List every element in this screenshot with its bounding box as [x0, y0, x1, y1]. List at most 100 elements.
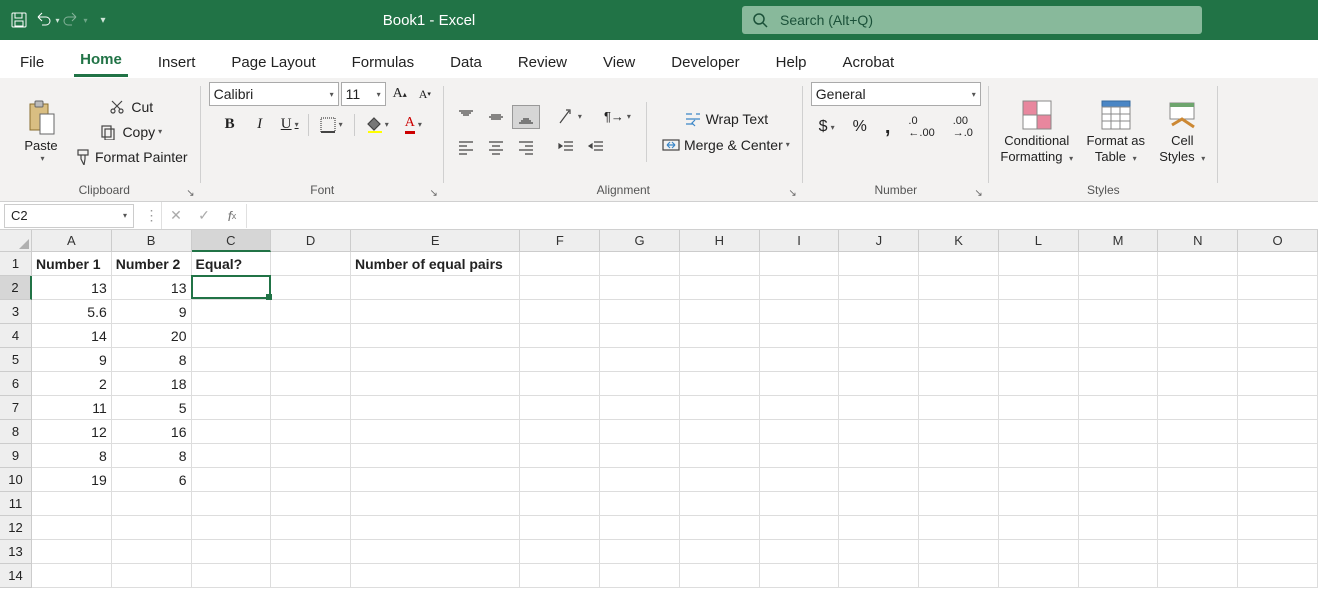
increase-decimal-button[interactable]: .0←.00: [903, 112, 939, 142]
cell-E2[interactable]: [351, 276, 520, 300]
row-header-13[interactable]: 13: [0, 540, 32, 564]
cell-G4[interactable]: [600, 324, 680, 348]
cell-G10[interactable]: [600, 468, 680, 492]
cell-N8[interactable]: [1158, 420, 1238, 444]
cell-J9[interactable]: [839, 444, 919, 468]
cell-E10[interactable]: [351, 468, 520, 492]
cell-H2[interactable]: [680, 276, 760, 300]
cell-N13[interactable]: [1158, 540, 1238, 564]
cell-K10[interactable]: [919, 468, 999, 492]
cell-L8[interactable]: [999, 420, 1079, 444]
cell-F1[interactable]: [520, 252, 600, 276]
cell-A3[interactable]: 5.6: [32, 300, 112, 324]
cell-D14[interactable]: [271, 564, 351, 588]
cell-M14[interactable]: [1079, 564, 1159, 588]
cell-D6[interactable]: [271, 372, 351, 396]
cell-I5[interactable]: [760, 348, 840, 372]
cell-O5[interactable]: [1238, 348, 1318, 372]
comma-button[interactable]: ,: [880, 113, 896, 142]
tab-developer[interactable]: Developer: [665, 46, 745, 77]
cell-E14[interactable]: [351, 564, 520, 588]
cell-K12[interactable]: [919, 516, 999, 540]
row-header-4[interactable]: 4: [0, 324, 32, 348]
cell-B4[interactable]: 20: [112, 324, 192, 348]
cell-J1[interactable]: [839, 252, 919, 276]
cell-A11[interactable]: [32, 492, 112, 516]
align-top-button[interactable]: [452, 105, 480, 129]
cell-G9[interactable]: [600, 444, 680, 468]
format-painter-button[interactable]: Format Painter: [70, 146, 193, 168]
cell-A1[interactable]: Number 1: [32, 252, 112, 276]
cell-A10[interactable]: 19: [32, 468, 112, 492]
row-header-3[interactable]: 3: [0, 300, 32, 324]
cell-O4[interactable]: [1238, 324, 1318, 348]
cell-K1[interactable]: [919, 252, 999, 276]
font-color-button[interactable]: A▾: [400, 112, 427, 137]
cell-B11[interactable]: [112, 492, 192, 516]
cell-F2[interactable]: [520, 276, 600, 300]
cell-J11[interactable]: [839, 492, 919, 516]
cell-I12[interactable]: [760, 516, 840, 540]
cell-L7[interactable]: [999, 396, 1079, 420]
cell-L12[interactable]: [999, 516, 1079, 540]
cell-I14[interactable]: [760, 564, 840, 588]
cell-I1[interactable]: [760, 252, 840, 276]
cell-F10[interactable]: [520, 468, 600, 492]
cell-K3[interactable]: [919, 300, 999, 324]
percent-button[interactable]: %: [848, 115, 872, 139]
cell-J3[interactable]: [839, 300, 919, 324]
cell-A4[interactable]: 14: [32, 324, 112, 348]
cell-N12[interactable]: [1158, 516, 1238, 540]
cell-C9[interactable]: [192, 444, 272, 468]
cell-I10[interactable]: [760, 468, 840, 492]
cell-A13[interactable]: [32, 540, 112, 564]
cell-E7[interactable]: [351, 396, 520, 420]
cell-H14[interactable]: [680, 564, 760, 588]
cell-O3[interactable]: [1238, 300, 1318, 324]
cell-E3[interactable]: [351, 300, 520, 324]
cell-L14[interactable]: [999, 564, 1079, 588]
cell-A9[interactable]: 8: [32, 444, 112, 468]
cell-H13[interactable]: [680, 540, 760, 564]
alignment-launcher[interactable]: ↘: [788, 188, 796, 199]
cell-L6[interactable]: [999, 372, 1079, 396]
cell-A14[interactable]: [32, 564, 112, 588]
cell-B6[interactable]: 18: [112, 372, 192, 396]
cell-K2[interactable]: [919, 276, 999, 300]
cell-C2[interactable]: [192, 276, 272, 300]
cell-N11[interactable]: [1158, 492, 1238, 516]
cell-N9[interactable]: [1158, 444, 1238, 468]
save-button[interactable]: [6, 6, 32, 34]
cell-J5[interactable]: [839, 348, 919, 372]
align-center-button[interactable]: [482, 135, 510, 159]
cell-N1[interactable]: [1158, 252, 1238, 276]
cell-E5[interactable]: [351, 348, 520, 372]
formula-bar[interactable]: [246, 204, 1318, 228]
cell-D7[interactable]: [271, 396, 351, 420]
cell-F4[interactable]: [520, 324, 600, 348]
cell-I7[interactable]: [760, 396, 840, 420]
tab-file[interactable]: File: [14, 46, 50, 77]
align-middle-button[interactable]: [482, 105, 510, 129]
cell-K6[interactable]: [919, 372, 999, 396]
col-header-N[interactable]: N: [1158, 230, 1238, 252]
cell-H9[interactable]: [680, 444, 760, 468]
cell-A6[interactable]: 2: [32, 372, 112, 396]
cell-G13[interactable]: [600, 540, 680, 564]
wrap-text-button[interactable]: Wrap Text: [657, 108, 795, 130]
merge-center-button[interactable]: Merge & Center▾: [657, 134, 795, 156]
cell-K9[interactable]: [919, 444, 999, 468]
cell-M7[interactable]: [1079, 396, 1159, 420]
cell-C8[interactable]: [192, 420, 272, 444]
decrease-indent-button[interactable]: [552, 135, 580, 159]
cell-N10[interactable]: [1158, 468, 1238, 492]
insert-function-button[interactable]: fx: [218, 202, 246, 229]
cell-B12[interactable]: [112, 516, 192, 540]
cell-K7[interactable]: [919, 396, 999, 420]
cell-J6[interactable]: [839, 372, 919, 396]
cell-I13[interactable]: [760, 540, 840, 564]
col-header-B[interactable]: B: [112, 230, 192, 252]
cell-M6[interactable]: [1079, 372, 1159, 396]
cell-N5[interactable]: [1158, 348, 1238, 372]
cell-C14[interactable]: [192, 564, 272, 588]
